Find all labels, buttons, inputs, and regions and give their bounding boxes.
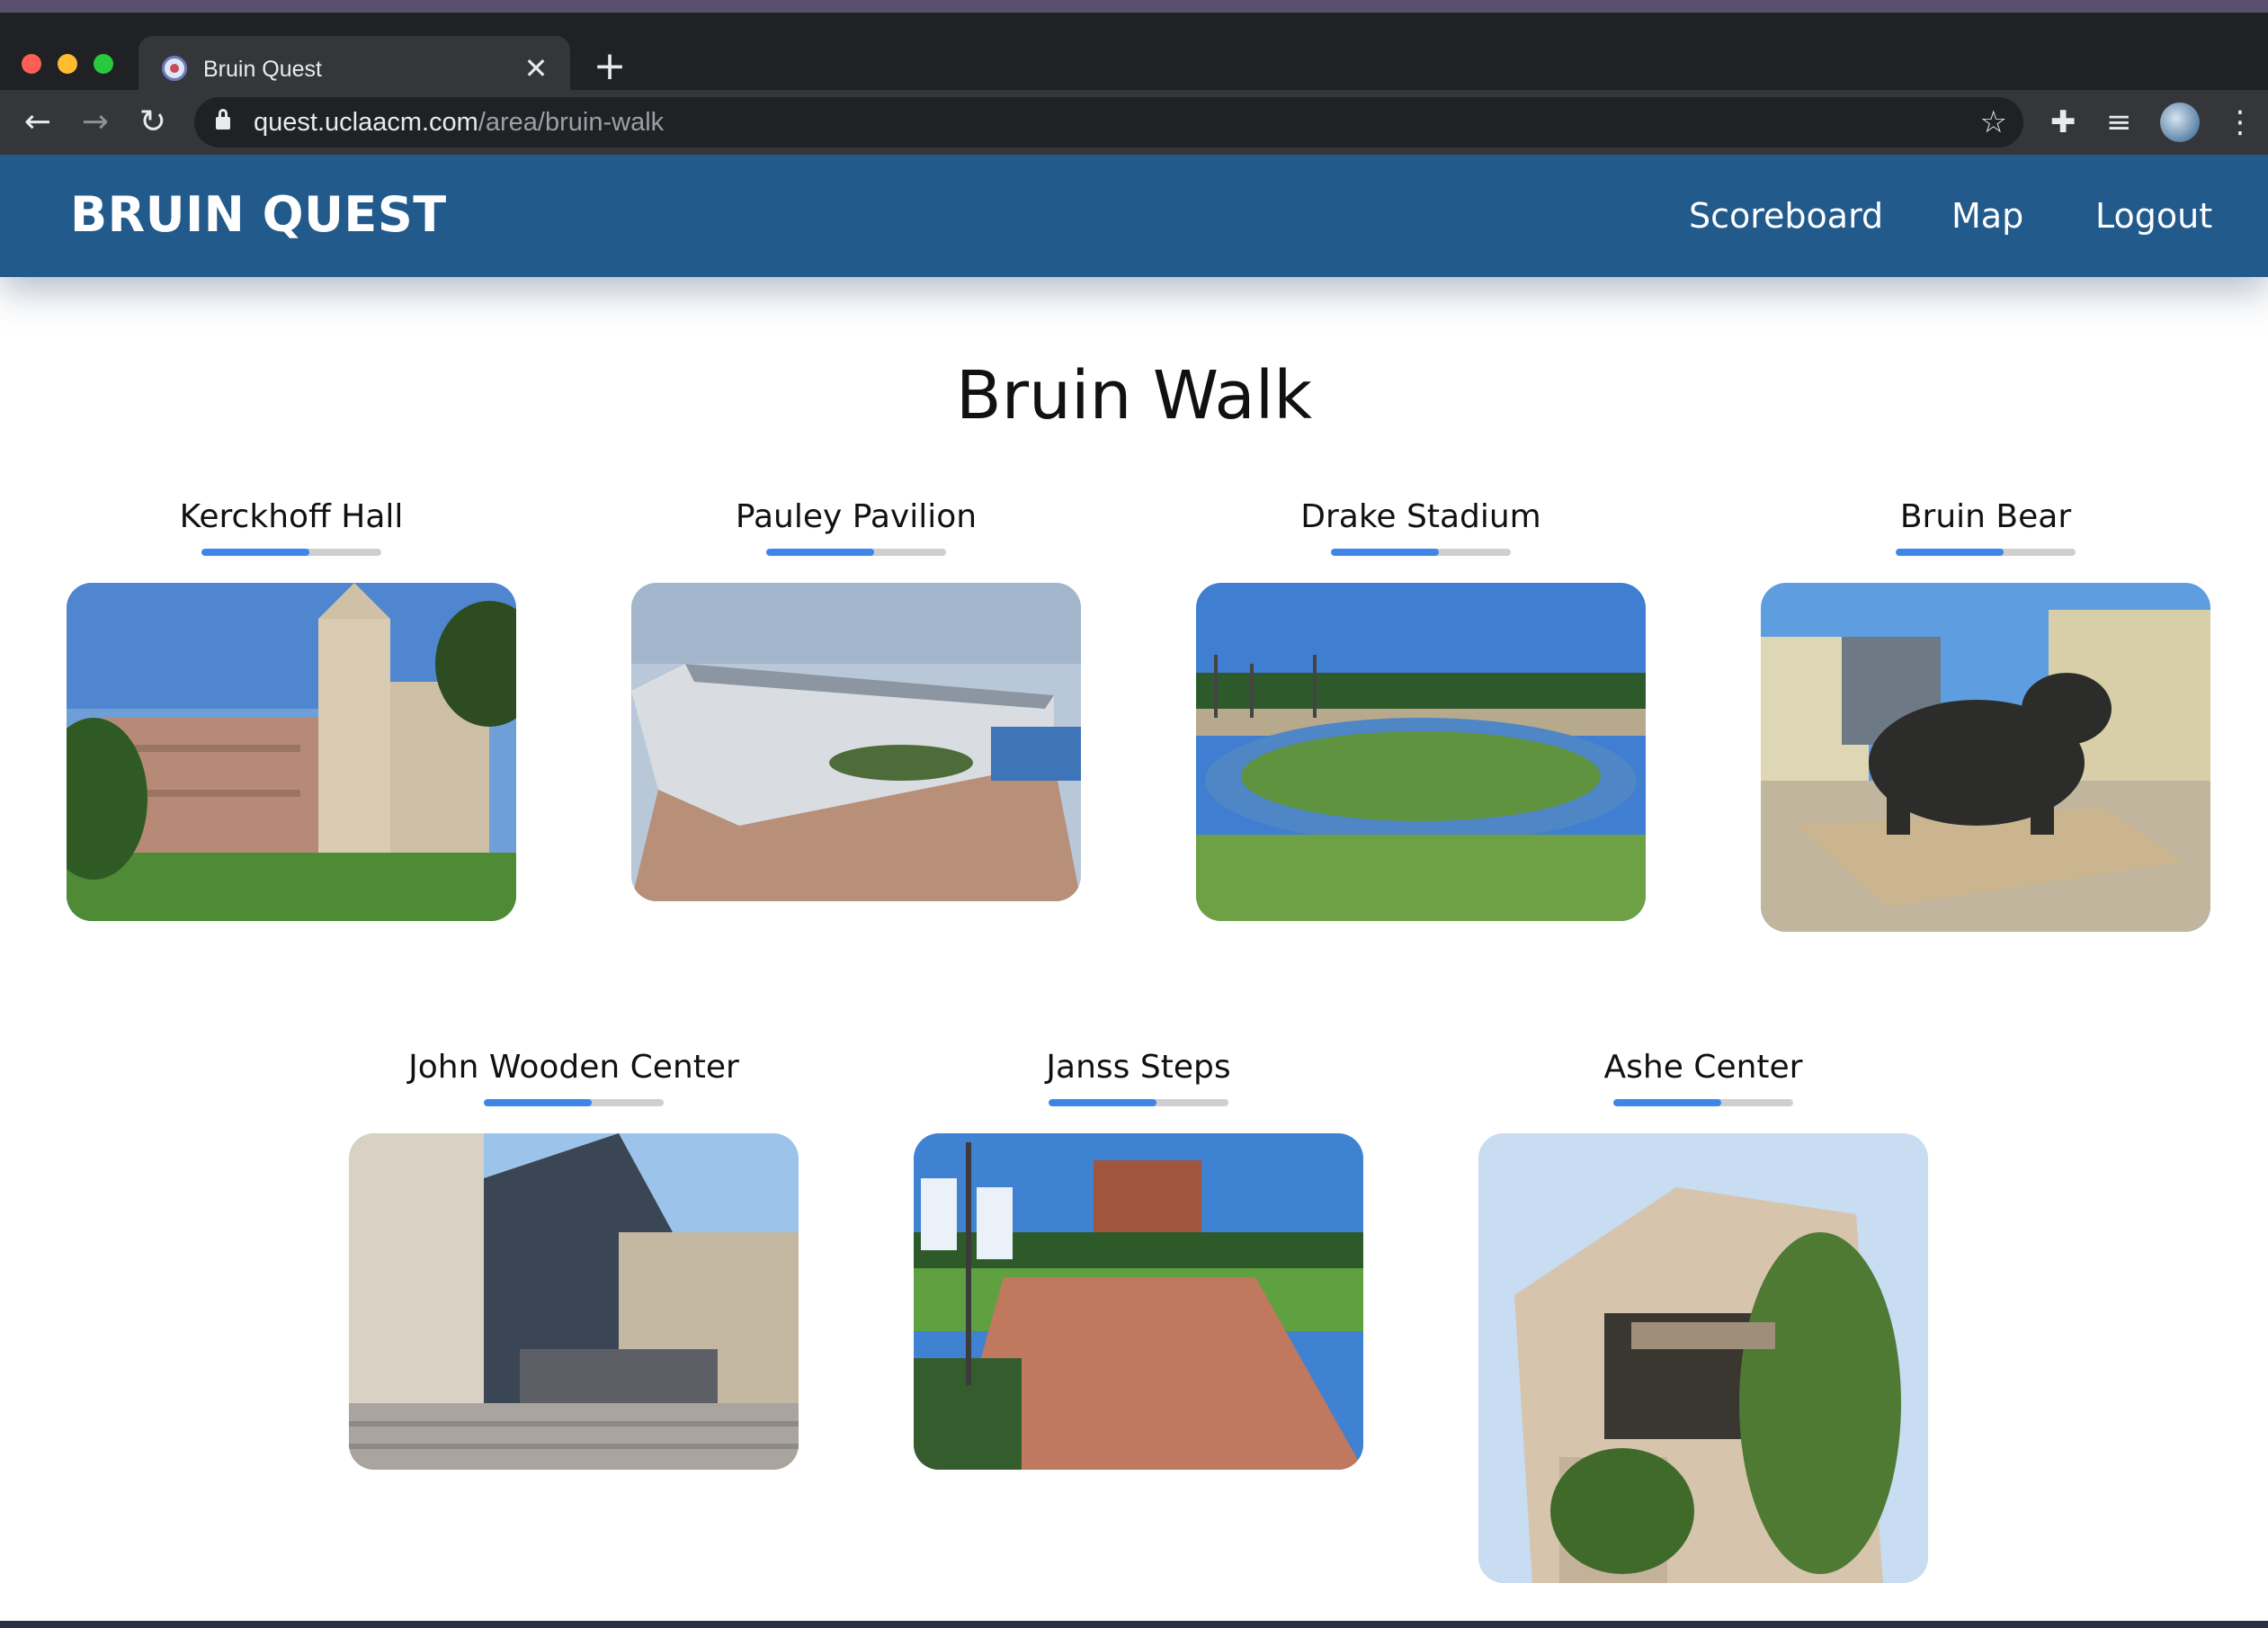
maximize-window-button[interactable]	[94, 54, 113, 74]
location-image[interactable]	[67, 583, 516, 921]
minimize-window-button[interactable]	[58, 54, 77, 74]
location-image[interactable]	[1478, 1133, 1928, 1583]
location-image[interactable]	[1196, 583, 1646, 921]
location-image[interactable]	[1761, 583, 2210, 932]
progress-fill	[1049, 1099, 1156, 1106]
progress-bar	[766, 549, 946, 556]
progress-bar	[1613, 1099, 1793, 1106]
plus-icon[interactable]: +	[588, 47, 631, 90]
url-path: /area/bruin-walk	[478, 108, 665, 137]
address-bar[interactable]: quest.uclaacm.com/area/bruin-walk ☆	[194, 97, 2023, 148]
location-name[interactable]: Ashe Center	[1478, 1045, 1928, 1090]
kebab-menu-icon[interactable]: ⋮	[2225, 103, 2255, 142]
close-window-button[interactable]	[22, 54, 41, 74]
progress-bar	[201, 549, 381, 556]
location-name[interactable]: Bruin Bear	[1761, 495, 2210, 540]
reload-icon[interactable]: ↻	[133, 103, 173, 142]
location-image[interactable]	[349, 1133, 799, 1470]
progress-fill	[484, 1099, 592, 1106]
progress-bar	[1331, 549, 1511, 556]
progress-fill	[1331, 549, 1439, 556]
browser-toolbar: ← → ↻ quest.uclaacm.com/area/bruin-walk …	[0, 90, 2268, 155]
star-icon[interactable]: ☆	[1980, 103, 2007, 142]
close-icon[interactable]: ✕	[518, 50, 554, 86]
nav-link-scoreboard[interactable]: Scoreboard	[1689, 191, 1883, 241]
forward-arrow-icon[interactable]: →	[76, 103, 115, 142]
os-menu-bar	[0, 0, 2268, 13]
url-host: quest.uclaacm.com	[254, 108, 478, 137]
progress-bar	[1896, 549, 2076, 556]
site-brand[interactable]: BRUIN QUEST	[70, 183, 447, 246]
puzzle-icon[interactable]: ✚	[2050, 103, 2076, 142]
progress-bar	[1049, 1099, 1228, 1106]
nav-link-logout[interactable]: Logout	[2095, 191, 2212, 241]
progress-bar	[484, 1099, 664, 1106]
browser-tab-bar: Bruin Quest ✕ +	[0, 13, 2268, 103]
avatar[interactable]	[2160, 103, 2200, 142]
location-name[interactable]: Kerckhoff Hall	[67, 495, 516, 540]
location-image[interactable]	[631, 583, 1081, 901]
location-name[interactable]: John Wooden Center	[349, 1045, 799, 1090]
location-image[interactable]	[914, 1133, 1363, 1470]
url-text[interactable]: quest.uclaacm.com/area/bruin-walk	[254, 106, 664, 139]
media-icon[interactable]: ≡	[2106, 103, 2132, 142]
web-page: BRUIN QUEST Scoreboard Map Logout Bruin …	[0, 155, 2268, 1621]
page-title: Bruin Walk	[955, 357, 1313, 434]
site-navbar: BRUIN QUEST Scoreboard Map Logout	[0, 155, 2268, 277]
lock-icon[interactable]	[216, 109, 230, 130]
location-name[interactable]: Drake Stadium	[1196, 495, 1646, 540]
desktop-background	[0, 1621, 2268, 1628]
location-name[interactable]: Janss Steps	[914, 1045, 1363, 1090]
location-name[interactable]: Pauley Pavilion	[631, 495, 1081, 540]
favicon-icon	[162, 56, 187, 81]
back-arrow-icon[interactable]: ←	[18, 103, 58, 142]
progress-fill	[766, 549, 874, 556]
progress-fill	[1613, 1099, 1721, 1106]
tab-title: Bruin Quest	[203, 57, 323, 82]
progress-fill	[1896, 549, 2004, 556]
nav-link-map[interactable]: Map	[1951, 191, 2023, 241]
progress-fill	[201, 549, 309, 556]
